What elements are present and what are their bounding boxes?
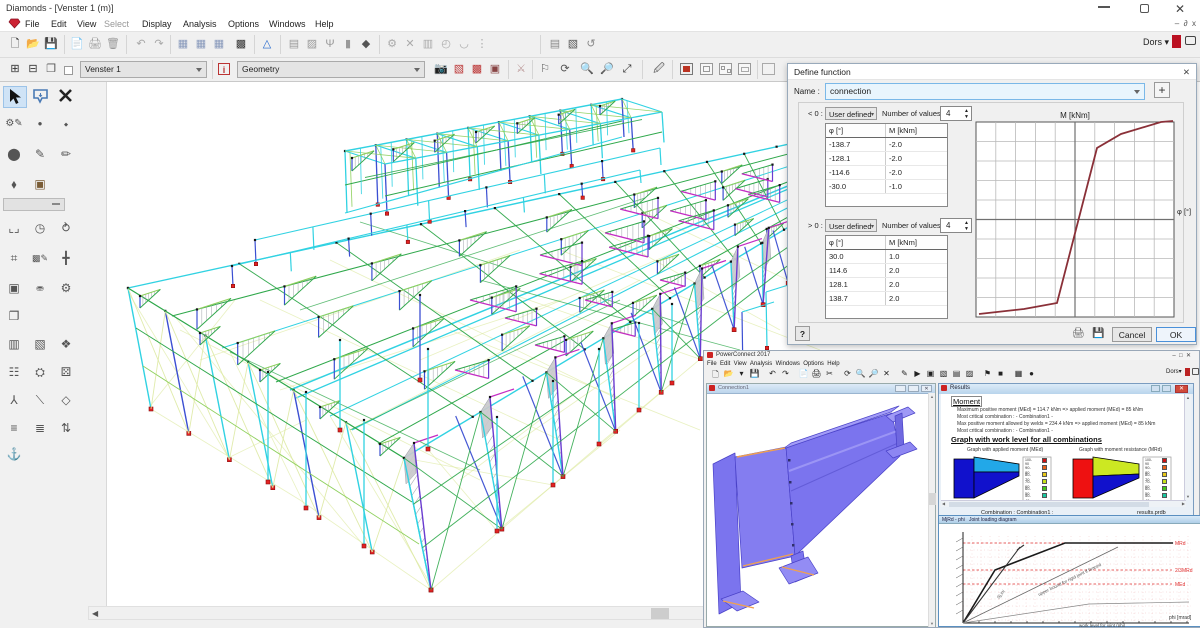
svg-text:MEd: MEd [1175, 582, 1186, 588]
svg-text:φ [°]: φ [°] [1177, 207, 1191, 216]
svg-text:work level for joint (phi): work level for joint (phi) [1079, 623, 1126, 627]
svg-text:2/3MRd: 2/3MRd [1175, 568, 1193, 574]
svg-text:phi [mrad]: phi [mrad] [1169, 615, 1192, 621]
svg-text:upper bound for rigid joint if: upper bound for rigid joint if braced [1037, 562, 1102, 597]
svg-text:MRd: MRd [1175, 541, 1186, 547]
svg-text:Sj,ini: Sj,ini [996, 589, 1006, 600]
svg-text:M [kNm]: M [kNm] [1060, 111, 1090, 120]
